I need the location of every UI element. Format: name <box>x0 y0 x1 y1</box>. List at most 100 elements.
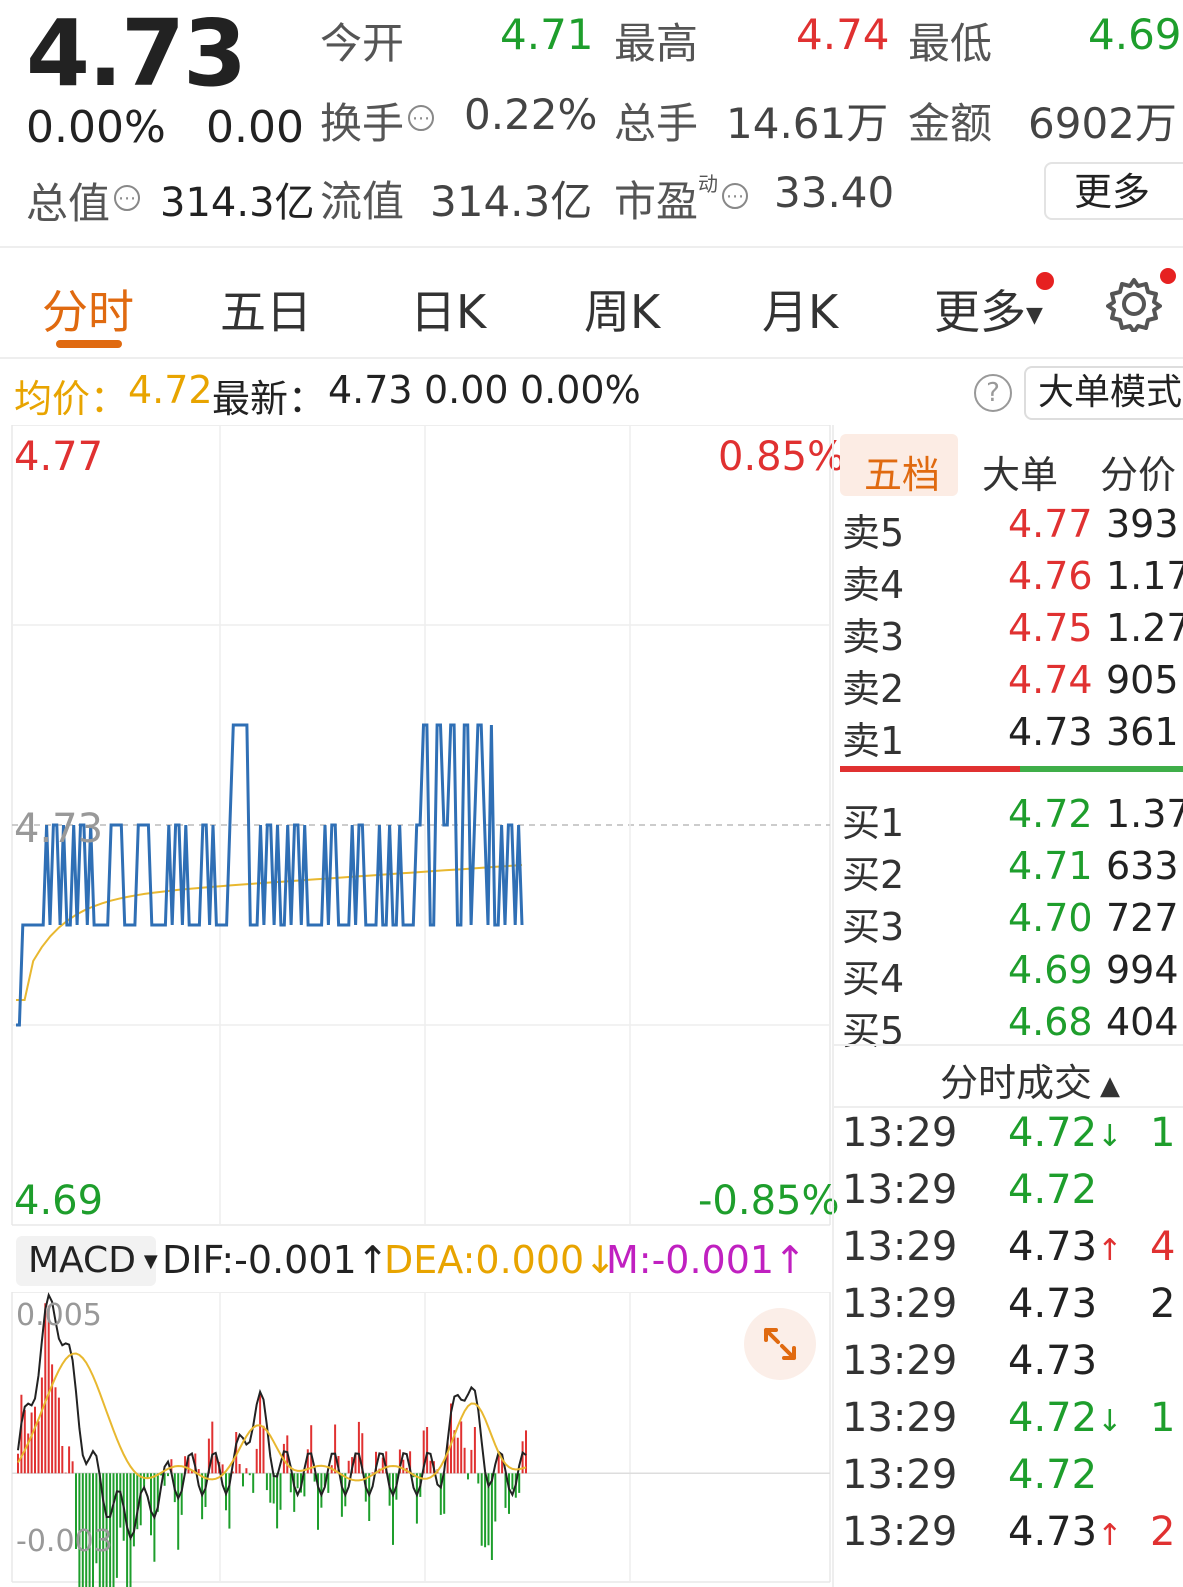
orderbook-level-volume: 905 <box>1106 658 1179 702</box>
tab-weekly-k[interactable]: 周K <box>584 276 660 342</box>
info-icon[interactable]: ⋯ <box>722 182 749 209</box>
expand-icon <box>764 1328 796 1360</box>
macd-axis-min: -0.003 <box>16 1524 113 1559</box>
tab-five-levels[interactable]: 五档 <box>864 444 940 499</box>
macd-axis-max: 0.005 <box>16 1298 102 1333</box>
macd-m: M:-0.001↑ <box>606 1238 806 1282</box>
more-button[interactable]: 更多 <box>1044 162 1183 220</box>
orderbook-level-price: 4.72 <box>1008 792 1093 836</box>
orderbook-level-label: 买2 <box>842 853 905 897</box>
float-value: 314.3亿 <box>430 177 593 226</box>
volume-value: 14.61万 <box>726 99 889 148</box>
latest-value: 4.73 <box>328 368 413 412</box>
tab-intraday[interactable]: 分时 <box>42 276 134 342</box>
turnover-label: 换手 ⋯ <box>320 90 435 151</box>
trade-time: 13:29 <box>842 1167 958 1213</box>
trade-price: 4.73↑ <box>1008 1224 1123 1270</box>
active-tab-indicator <box>56 340 122 348</box>
trade-time: 13:29 <box>842 1224 958 1270</box>
notification-dot <box>1036 272 1054 290</box>
turnover-value: 0.22% <box>464 90 598 139</box>
trade-price: 4.73 <box>1008 1281 1098 1327</box>
trade-volume: 1 <box>1150 1395 1176 1441</box>
tab-five-day[interactable]: 五日 <box>220 276 312 342</box>
pct-axis-min: -0.85% <box>698 1178 840 1224</box>
orderbook-level-volume: 1.37 <box>1106 792 1183 836</box>
trade-direction-icon: ↑ <box>1097 1233 1123 1268</box>
orderbook-level-label: 买3 <box>842 905 905 949</box>
orderbook-level-price: 4.69 <box>1008 948 1093 992</box>
help-icon[interactable]: ? <box>974 374 1012 412</box>
orderbook-level-volume: 404 <box>1106 1000 1179 1044</box>
tab-more[interactable]: 更多▼ <box>934 276 1043 342</box>
orderbook-level-volume: 1.17 <box>1106 554 1183 598</box>
orderbook-level-volume: 1.27 <box>1106 606 1183 650</box>
open-value: 4.71 <box>500 10 594 59</box>
panel-divider <box>832 425 834 1587</box>
info-icon[interactable]: ⋯ <box>114 184 141 211</box>
trade-time: 13:29 <box>842 1110 958 1156</box>
caret-down-icon: ▼ <box>143 1251 158 1272</box>
orderbook-level-volume: 727 <box>1106 896 1179 940</box>
trade-price: 4.73 <box>1008 1338 1098 1384</box>
tab-price-distribution[interactable]: 分价 <box>1100 444 1176 499</box>
macd-chart[interactable] <box>0 1292 832 1587</box>
info-icon[interactable]: ⋯ <box>408 104 435 131</box>
tab-monthly-k[interactable]: 月K <box>762 276 838 342</box>
orderbook-level-volume: 994 <box>1106 948 1179 992</box>
pct-axis-max: 0.85% <box>718 434 846 480</box>
latest-label: 最新： <box>212 377 327 421</box>
current-price: 4.73 <box>26 0 247 107</box>
trade-price: 4.72↓ <box>1008 1395 1123 1441</box>
intraday-price-chart[interactable] <box>0 425 832 1230</box>
trade-direction-icon: ↑ <box>1097 1518 1123 1553</box>
indicator-select[interactable]: MACD ▼ <box>16 1236 158 1286</box>
trade-price: 4.72↓ <box>1008 1110 1123 1156</box>
orderbook-level-label: 卖5 <box>842 511 905 555</box>
orderbook-level-price: 4.68 <box>1008 1000 1093 1044</box>
sell-ratio-bar <box>840 766 1020 772</box>
open-label: 今开 <box>320 19 405 68</box>
amount-label: 金额 <box>908 99 993 148</box>
amount-value: 6902万 <box>1028 99 1177 148</box>
trade-price: 4.73↑ <box>1008 1509 1123 1555</box>
trade-time: 13:29 <box>842 1338 958 1384</box>
trade-price: 4.72 <box>1008 1167 1098 1213</box>
trades-header-label[interactable]: 分时成交 ▲ <box>940 1052 1120 1107</box>
tab-big-orders[interactable]: 大单 <box>982 444 1058 499</box>
low-value: 4.69 <box>1088 10 1182 59</box>
pe-label: 市盈动 ⋯ <box>614 168 749 229</box>
orderbook-level-volume: 633 <box>1106 844 1179 888</box>
orderbook-level-label: 卖3 <box>842 615 905 659</box>
orderbook-level-price: 4.70 <box>1008 896 1093 940</box>
orderbook-level-label: 买4 <box>842 957 905 1001</box>
trade-time: 13:29 <box>842 1452 958 1498</box>
orderbook-level-price: 4.73 <box>1008 710 1093 754</box>
orderbook-level-price: 4.75 <box>1008 606 1093 650</box>
avg-label: 均价： <box>14 377 129 421</box>
trade-direction-icon: ↓ <box>1097 1404 1123 1439</box>
orderbook-level-price: 4.71 <box>1008 844 1093 888</box>
trade-time: 13:29 <box>842 1395 958 1441</box>
trade-volume: 1 <box>1150 1110 1176 1156</box>
low-label: 最低 <box>908 19 993 68</box>
price-axis-min: 4.69 <box>14 1178 104 1224</box>
price-axis-ref: 4.73 <box>14 806 104 852</box>
high-label: 最高 <box>614 19 699 68</box>
trade-time: 13:29 <box>842 1281 958 1327</box>
trade-volume: 4 <box>1150 1224 1176 1270</box>
orderbook-level-price: 4.76 <box>1008 554 1093 598</box>
tab-daily-k[interactable]: 日K <box>410 276 486 342</box>
expand-chart-button[interactable] <box>744 1308 816 1380</box>
orderbook-level-label: 卖4 <box>842 563 905 607</box>
trade-price: 4.72 <box>1008 1452 1098 1498</box>
change-percent: 0.00% <box>26 102 166 153</box>
notification-dot <box>1160 268 1176 284</box>
big-order-mode-button[interactable]: 大单模式 <box>1024 366 1183 420</box>
settings-gear-icon[interactable] <box>1106 276 1162 332</box>
caret-down-icon: ▼ <box>1026 303 1043 328</box>
orderbook-level-label: 买1 <box>842 801 905 845</box>
trade-time: 13:29 <box>842 1509 958 1555</box>
price-axis-max: 4.77 <box>14 434 104 480</box>
pe-sup: 动 <box>698 172 719 196</box>
